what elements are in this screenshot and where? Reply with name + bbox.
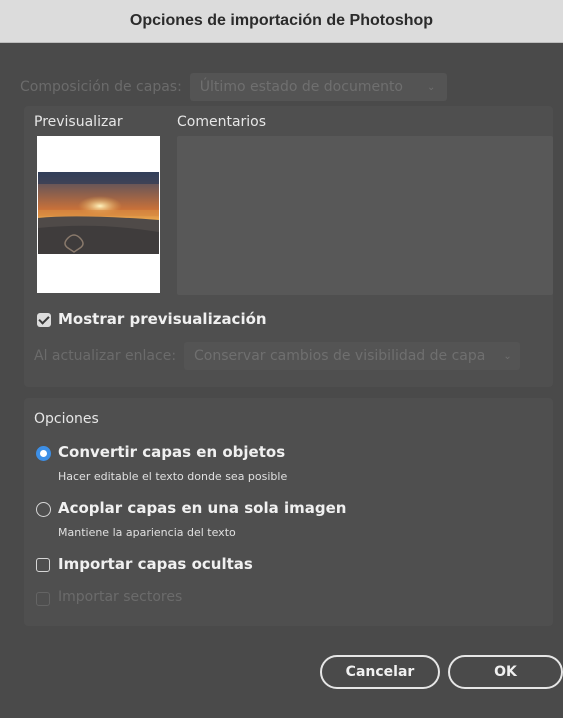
import-hidden-layers-checkbox[interactable] bbox=[36, 558, 50, 572]
preview-label: Previsualizar bbox=[34, 114, 123, 130]
comments-label: Comentarios bbox=[177, 114, 267, 130]
chevron-down-icon: ⌄ bbox=[503, 350, 512, 362]
update-link-label: Al actualizar enlace: bbox=[34, 348, 177, 364]
convert-layers-radio[interactable] bbox=[36, 446, 51, 461]
update-link-select: Conservar cambios de visibilidad de capa… bbox=[184, 342, 520, 370]
layer-comp-label: Composición de capas: bbox=[20, 79, 182, 95]
options-heading: Opciones bbox=[34, 411, 99, 427]
layer-comp-select: Último estado de documento ⌄ bbox=[189, 73, 448, 101]
import-slices-checkbox bbox=[36, 592, 50, 606]
comments-area bbox=[177, 136, 553, 295]
sunset-beach-image bbox=[38, 172, 159, 254]
import-slices-label: Importar sectores bbox=[58, 589, 183, 605]
dialog-title: Opciones de importación de Photoshop bbox=[129, 12, 434, 29]
show-preview-checkbox[interactable] bbox=[37, 313, 51, 327]
cancel-button-label: Cancelar bbox=[345, 664, 415, 680]
import-options-dialog: Opciones de importación de Photoshop Com… bbox=[0, 0, 563, 718]
ok-button-label: OK bbox=[494, 664, 517, 680]
layer-comp-row: Composición de capas: Último estado de d… bbox=[20, 72, 448, 102]
import-hidden-layers-label: Importar capas ocultas bbox=[58, 555, 253, 573]
ok-button[interactable]: OK bbox=[448, 655, 563, 689]
convert-layers-label: Convertir capas en objetos bbox=[58, 443, 286, 461]
flatten-layers-radio[interactable] bbox=[36, 502, 51, 517]
update-link-value: Conservar cambios de visibilidad de capa bbox=[194, 348, 486, 364]
dialog-titlebar: Opciones de importación de Photoshop bbox=[0, 0, 563, 43]
flatten-layers-label: Acoplar capas en una sola imagen bbox=[58, 499, 347, 517]
flatten-layers-sublabel: Mantiene la apariencia del texto bbox=[58, 526, 236, 539]
update-link-row: Al actualizar enlace: Conservar cambios … bbox=[34, 342, 520, 370]
cancel-button[interactable]: Cancelar bbox=[320, 655, 440, 689]
preview-thumbnail bbox=[37, 136, 160, 293]
show-preview-label: Mostrar previsualización bbox=[58, 310, 267, 328]
convert-layers-sublabel: Hacer editable el texto donde sea posibl… bbox=[58, 470, 288, 483]
layer-comp-value: Último estado de documento bbox=[199, 79, 403, 95]
chevron-down-icon: ⌄ bbox=[427, 81, 436, 93]
